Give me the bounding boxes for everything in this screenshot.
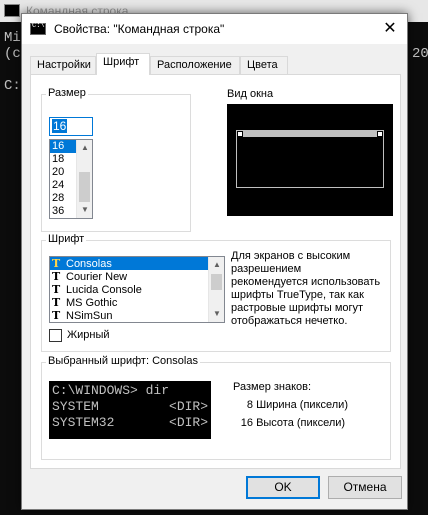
truetype-icon: T [52,270,61,283]
scroll-up-icon[interactable]: ▲ [77,140,92,156]
truetype-icon: T [52,283,61,296]
char-width-label: Ширина (пиксели) [256,399,348,411]
tab-layout[interactable]: Расположение [150,56,240,75]
window-preview [227,104,393,216]
size-list-item[interactable]: 72 [50,218,92,219]
size-input[interactable]: 16 [49,117,93,136]
font-list-item[interactable]: T NSimSun [50,309,224,322]
scroll-up-icon[interactable]: ▲ [209,257,224,273]
char-height-label: Высота (пиксели) [256,417,346,429]
font-preview: C:\WINDOWS> dir SYSTEM <DIR> SYSTEM32 <DIR… [49,381,211,439]
window-preview-close-icon [377,131,383,137]
char-height-value: 16 [240,417,253,429]
dialog-title: Свойства: "Командная строка" [54,22,225,36]
window-preview-label: Вид окна [227,88,274,100]
font-list-item[interactable]: T Courier New [50,270,224,283]
font-list-item[interactable]: T Consolas [50,257,224,270]
preview-line: SYSTEM32 <DIR> [52,415,209,430]
size-listbox[interactable]: 16 18 20 24 28 36 72 ▲ ▼ [49,139,93,219]
preview-line: C:\WINDOWS> dir [52,383,170,398]
properties-dialog: Свойства: "Командная строка" ✕ Настройки… [21,13,408,510]
font-description: Для экранов с высоким разрешением рекоме… [231,250,381,327]
scroll-down-icon[interactable]: ▼ [209,306,224,322]
window-preview-icon [237,131,243,137]
char-size-title: Размер знаков: [233,381,312,393]
close-button[interactable]: ✕ [376,16,404,42]
size-scroll-thumb[interactable] [79,172,90,202]
tab-settings[interactable]: Настройки [30,56,96,75]
font-list-item[interactable]: T MS Gothic [50,296,224,309]
preview-line: SYSTEM <DIR> [52,399,209,414]
console-line: Mi [4,30,21,46]
console-app-icon [30,22,46,35]
font-group-label: Шрифт [46,233,87,245]
size-scrollbar[interactable]: ▲ ▼ [76,140,92,218]
char-width-value: 8 [246,399,253,411]
tab-colors[interactable]: Цвета [240,56,288,75]
window-preview-frame [236,130,384,188]
truetype-icon: T [52,309,61,322]
window-preview-titlebar [237,131,383,137]
font-scrollbar[interactable]: ▲ ▼ [208,257,224,322]
cancel-button[interactable]: Отмена [328,476,402,499]
tab-font[interactable]: Шрифт [96,53,150,75]
font-scroll-thumb[interactable] [211,274,222,290]
size-input-value: 16 [52,119,68,133]
console-app-icon [4,4,20,17]
bold-checkbox[interactable] [49,329,62,342]
truetype-icon: T [52,257,61,270]
char-height-row: 16 Высота (пиксели) [233,417,345,429]
font-listbox[interactable]: T Consolas T Courier New T Lucida Console T… [49,256,225,323]
truetype-icon: T [52,296,61,309]
console-line-fragment: 20 [412,46,428,62]
font-list-item[interactable]: T Lucida Console [50,283,224,296]
console-line: C: [4,78,21,94]
console-line: (c [4,46,21,62]
font-tab-panel: Размер 16 16 18 20 24 28 36 72 ▲ ▼ Вид о… [30,74,401,469]
size-group-label: Размер [46,87,88,99]
bold-checkbox-label[interactable]: Жирный [67,329,110,341]
char-width-row: 8 Ширина (пиксели) [233,399,348,411]
ok-button[interactable]: OK [246,476,320,499]
selected-font-label: Выбранный шрифт: Consolas [46,355,200,367]
scroll-down-icon[interactable]: ▼ [77,202,92,218]
dialog-titlebar[interactable]: Свойства: "Командная строка" ✕ [22,14,407,44]
